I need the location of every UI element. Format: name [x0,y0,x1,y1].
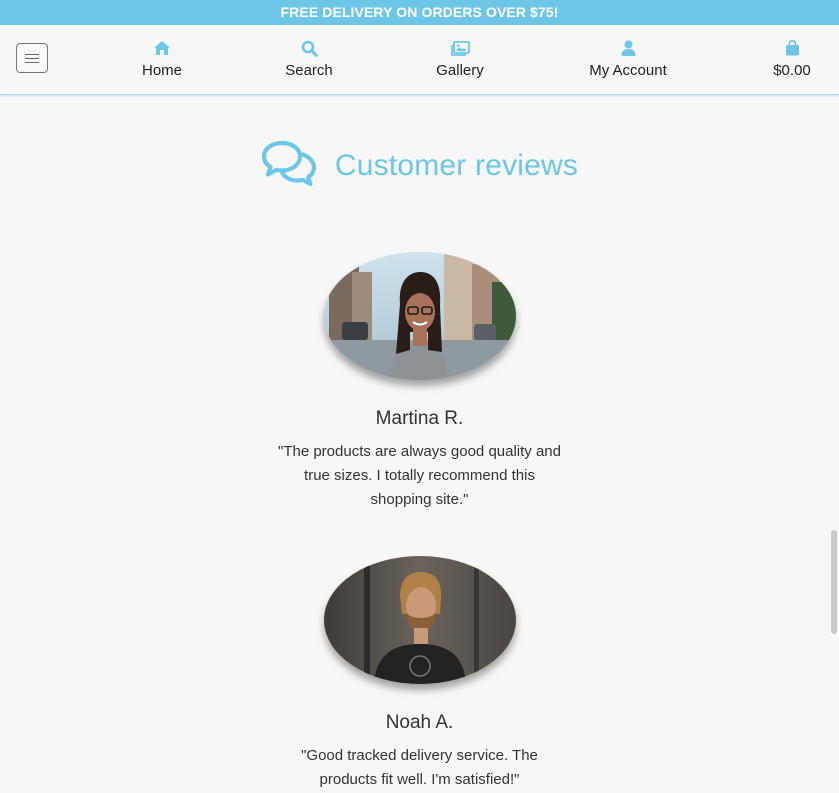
search-icon [299,38,319,58]
nav-search-label: Search [285,62,333,79]
section-title: Customer reviews [334,148,579,182]
shopping-bag-icon [782,38,802,58]
reviewer-name: Noah A. [385,712,454,733]
cart-total: $0.00 [773,62,811,79]
customer-reviews-heading: Customer reviews [0,140,839,191]
review-quote: "Good tracked delivery service. The prod… [301,747,538,788]
free-delivery-banner: FREE DELIVERY ON ORDERS OVER $75! [0,0,839,25]
reviewer-name: Martina R. [375,408,464,429]
nav-home[interactable]: Home [107,38,217,79]
hamburger-line [25,57,39,59]
review-card: Martina R. "The products are always good… [0,252,839,512]
nav-my-account[interactable]: My Account [573,38,683,79]
reviewer-photo [323,252,516,380]
nav-home-label: Home [141,62,182,79]
home-icon [152,38,172,58]
hamburger-line [25,53,39,55]
hamburger-line [25,61,39,63]
nav-gallery[interactable]: Gallery [405,38,515,79]
comments-icon [261,140,317,191]
nav-cart[interactable]: $0.00 [737,38,839,79]
scrollbar-thumb[interactable] [831,530,837,634]
user-icon [618,38,638,58]
main-navbar: Home Search Gallery My Account $0.00 [0,25,839,95]
reviewer-photo [323,556,516,684]
gallery-icon [450,38,470,58]
review-card: Noah A. "Good tracked delivery service. … [0,556,839,792]
review-quote: "The products are always good quality an… [278,443,561,508]
nav-search[interactable]: Search [254,38,364,79]
nav-my-account-label: My Account [589,62,667,79]
menu-toggle-button[interactable] [16,43,48,73]
nav-gallery-label: Gallery [436,62,484,79]
